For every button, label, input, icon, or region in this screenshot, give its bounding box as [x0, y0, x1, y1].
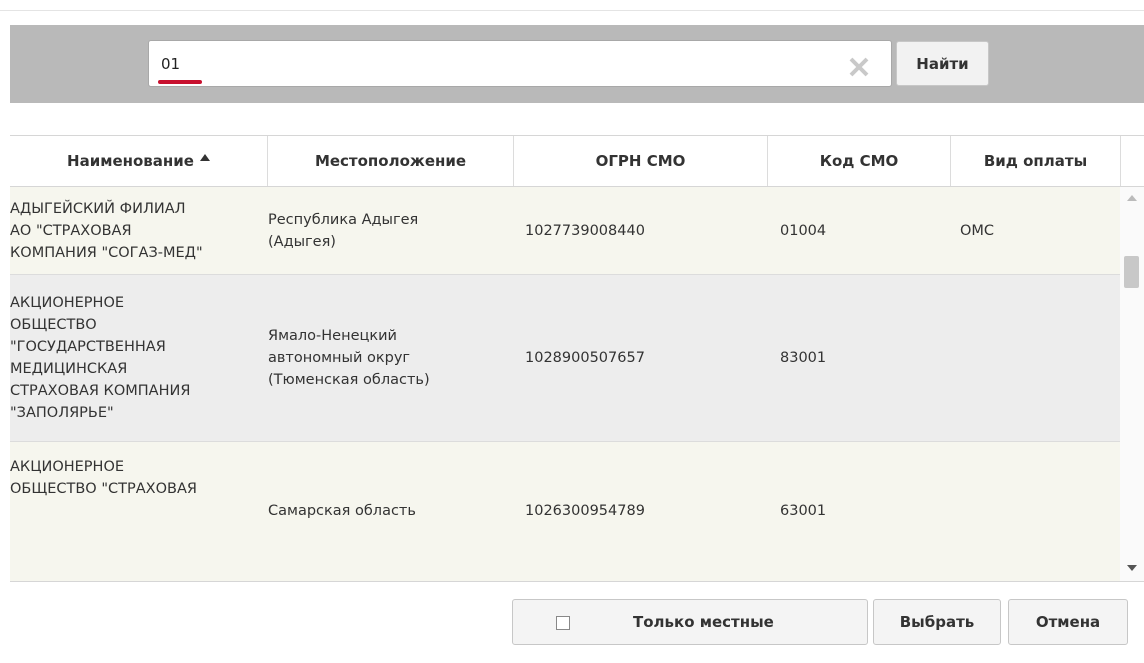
cell-name: АКЦИОНЕРНОЕ ОБЩЕСТВО "СТРАХОВАЯ — [10, 442, 265, 581]
column-header-payment[interactable]: Вид оплаты — [951, 136, 1121, 186]
column-header-label: Местоположение — [314, 152, 467, 170]
cell-location: Республика Адыгея (Адыгея) — [268, 187, 508, 274]
search-bar: Найти — [10, 25, 1144, 103]
table-row[interactable]: АКЦИОНЕРНОЕ ОБЩЕСТВО "СТРАХОВАЯ Самарска… — [10, 442, 1120, 581]
cell-location-line: Самарская область — [268, 503, 416, 519]
cell-name-line: АКЦИОНЕРНОЕ — [10, 459, 125, 475]
cell-location: Самарская область — [268, 442, 508, 581]
find-button[interactable]: Найти — [896, 41, 989, 86]
column-header-label: ОГРН СМО — [595, 152, 686, 170]
top-divider — [0, 10, 1144, 11]
cell-ogrn: 1026300954789 — [525, 503, 645, 519]
search-input[interactable] — [148, 40, 892, 87]
vertical-scrollbar[interactable] — [1120, 187, 1144, 581]
table-row[interactable]: АКЦИОНЕРНОЕ ОБЩЕСТВО "ГОСУДАРСТВЕННАЯ МЕ… — [10, 275, 1120, 442]
cell-name: АДЫГЕЙСКИЙ ФИЛИАЛ АО "СТРАХОВАЯ КОМПАНИЯ… — [10, 187, 265, 274]
cell-payment: ОМС — [960, 222, 995, 239]
cell-location-line: (Тюменская область) — [268, 372, 430, 388]
cell-name-line: КОМПАНИЯ "СОГАЗ-МЕД" — [10, 244, 203, 261]
table-header: Наименование Местоположение ОГРН СМО Код… — [10, 136, 1144, 187]
cell-name-line: АО "СТРАХОВАЯ — [10, 222, 132, 239]
cell-location: Ямало-Ненецкий автономный округ (Тюменск… — [268, 275, 508, 441]
results-table: Наименование Местоположение ОГРН СМО Код… — [10, 135, 1144, 581]
cell-payment — [960, 442, 1120, 581]
cell-code: 63001 — [780, 503, 827, 519]
cell-code: 83001 — [780, 350, 827, 366]
checkbox-icon[interactable] — [556, 616, 570, 630]
scroll-up-arrow-icon[interactable] — [1127, 195, 1137, 201]
cell-location-line: (Адыгея) — [268, 233, 336, 250]
column-header-label: Вид оплаты — [983, 152, 1088, 170]
cell-name-line: ОБЩЕСТВО "СТРАХОВАЯ — [10, 481, 197, 497]
cell-location-line: Ямало-Ненецкий — [268, 328, 397, 344]
cell-location-line: автономный округ — [268, 350, 411, 366]
cell-payment — [960, 275, 1120, 441]
sort-ascending-icon — [199, 153, 210, 161]
cell-ogrn: 1028900507657 — [525, 350, 645, 366]
local-only-label: Только местные — [633, 613, 774, 631]
cell-name-line: "ГОСУДАРСТВЕННАЯ — [10, 339, 166, 355]
cell-location-line: Республика Адыгея — [268, 211, 419, 228]
select-button[interactable]: Выбрать — [873, 599, 1001, 645]
footer-divider — [10, 581, 1144, 582]
cell-name-line: ОБЩЕСТВО — [10, 317, 97, 333]
cancel-button[interactable]: Отмена — [1008, 599, 1128, 645]
clear-icon[interactable] — [846, 54, 872, 80]
column-header-label: Код СМО — [819, 152, 899, 170]
column-header-label: Наименование — [67, 152, 194, 170]
cell-name-line: СТРАХОВАЯ КОМПАНИЯ — [10, 383, 191, 399]
table-row[interactable]: АДЫГЕЙСКИЙ ФИЛИАЛ АО "СТРАХОВАЯ КОМПАНИЯ… — [10, 187, 1120, 275]
table-body: АДЫГЕЙСКИЙ ФИЛИАЛ АО "СТРАХОВАЯ КОМПАНИЯ… — [10, 187, 1120, 581]
cell-name-line: МЕДИЦИНСКАЯ — [10, 361, 128, 377]
column-header-name[interactable]: Наименование — [10, 136, 268, 186]
scroll-down-arrow-icon[interactable] — [1127, 565, 1137, 571]
cell-name: АКЦИОНЕРНОЕ ОБЩЕСТВО "ГОСУДАРСТВЕННАЯ МЕ… — [10, 275, 265, 441]
cell-name-line: АДЫГЕЙСКИЙ ФИЛИАЛ — [10, 200, 186, 217]
cell-ogrn: 1027739008440 — [525, 222, 645, 239]
column-header-location[interactable]: Местоположение — [268, 136, 514, 186]
cell-name-line: "ЗАПОЛЯРЬЕ" — [10, 405, 114, 421]
scroll-thumb[interactable] — [1124, 256, 1139, 288]
local-only-toggle[interactable]: Только местные — [512, 599, 868, 645]
cell-name-line: АКЦИОНЕРНОЕ — [10, 295, 125, 311]
column-header-ogrn[interactable]: ОГРН СМО — [514, 136, 768, 186]
column-header-code[interactable]: Код СМО — [768, 136, 951, 186]
spellcheck-underline — [158, 80, 202, 84]
cell-code: 01004 — [780, 222, 827, 239]
